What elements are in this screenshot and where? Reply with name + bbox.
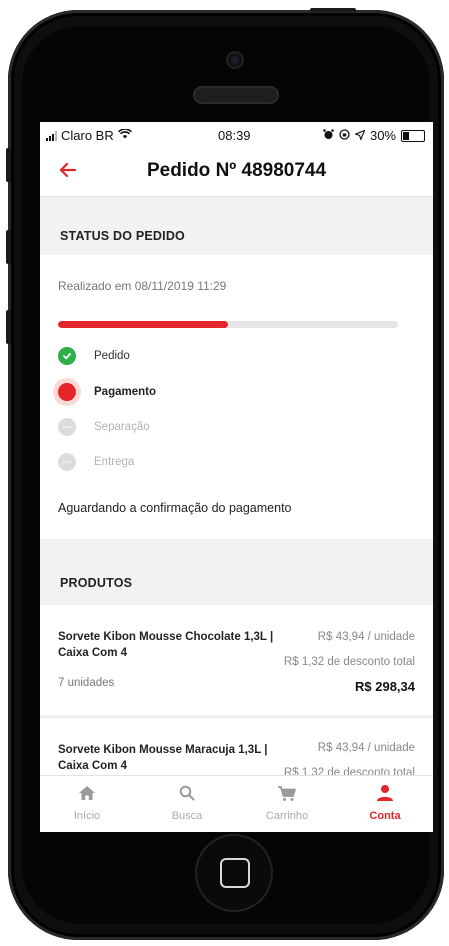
status-section-title: STATUS DO PEDIDO bbox=[60, 229, 185, 243]
location-icon bbox=[353, 128, 366, 143]
product-discount: R$ 1,32 de desconto total bbox=[283, 656, 415, 668]
ios-status-bar: Claro BR 08:39 30% bbox=[40, 122, 433, 148]
product-quantity: 7 unidades bbox=[58, 677, 115, 689]
tab-carrinho[interactable]: Carrinho bbox=[252, 782, 322, 822]
bottom-tab-bar: Início Busca Carrinho Conta bbox=[40, 775, 433, 832]
status-message: Aguardando a confirmação do pagamento bbox=[58, 501, 292, 515]
tab-conta[interactable]: Conta bbox=[350, 782, 420, 822]
products-section-title: PRODUTOS bbox=[60, 576, 133, 590]
order-status-card: Realizado em 08/11/2019 11:29 Pedido Pag… bbox=[40, 255, 433, 539]
search-icon bbox=[152, 782, 222, 804]
page-title: Pedido Nº 48980744 bbox=[146, 160, 327, 181]
status-step-label: Pedido bbox=[94, 350, 130, 362]
tab-busca[interactable]: Busca bbox=[152, 782, 222, 822]
cart-icon bbox=[252, 782, 322, 804]
status-step-label: Separação bbox=[94, 421, 150, 433]
volume-up-button bbox=[6, 230, 11, 264]
current-step-icon bbox=[58, 383, 76, 401]
order-progress-bar bbox=[58, 321, 398, 328]
earpiece-speaker bbox=[193, 86, 279, 104]
signal-strength-icon bbox=[46, 130, 57, 141]
power-button bbox=[310, 8, 356, 12]
wifi-icon bbox=[117, 128, 132, 142]
pending-dots-icon bbox=[58, 418, 76, 436]
product-total: R$ 298,34 bbox=[355, 679, 415, 694]
status-step-separacao: Separação bbox=[58, 418, 150, 436]
page-header: Pedido Nº 48980744 bbox=[40, 148, 433, 197]
status-step-pagamento: Pagamento bbox=[58, 383, 156, 401]
status-step-pedido: Pedido bbox=[58, 347, 130, 365]
product-unit-price: R$ 43,94 / unidade bbox=[317, 631, 415, 643]
tab-label: Início bbox=[73, 810, 101, 822]
product-item[interactable]: Sorvete Kibon Mousse Chocolate 1,3L | Ca… bbox=[40, 605, 433, 715]
tab-inicio[interactable]: Início bbox=[52, 782, 122, 822]
order-date: Realizado em 08/11/2019 11:29 bbox=[58, 279, 227, 293]
home-button-square-icon bbox=[220, 858, 250, 888]
tab-label: Conta bbox=[369, 810, 401, 822]
status-step-entrega: Entrega bbox=[58, 453, 134, 471]
tab-label: Busca bbox=[171, 810, 203, 822]
app-screen: Claro BR 08:39 30% Pedido Nº 48980744 ST… bbox=[40, 122, 433, 832]
check-icon bbox=[58, 347, 76, 365]
products-section-header: PRODUTOS bbox=[40, 540, 433, 604]
volume-down-button bbox=[6, 310, 11, 344]
alarm-icon bbox=[323, 128, 334, 143]
status-step-label: Pagamento bbox=[94, 386, 156, 398]
battery-percent: 30% bbox=[369, 128, 396, 143]
product-name: Sorvete Kibon Mousse Chocolate 1,3L | Ca… bbox=[58, 631, 274, 659]
battery-icon bbox=[401, 129, 425, 142]
home-icon bbox=[52, 782, 122, 804]
mute-switch bbox=[6, 148, 11, 182]
tab-label: Carrinho bbox=[265, 810, 309, 822]
rotation-lock-icon bbox=[339, 128, 350, 143]
pending-dots-icon bbox=[58, 453, 76, 471]
product-name: Sorvete Kibon Mousse Maracuja 1,3L | Cai… bbox=[58, 744, 268, 772]
status-section-header: STATUS DO PEDIDO bbox=[40, 197, 433, 255]
status-step-label: Entrega bbox=[94, 456, 135, 468]
order-progress-fill bbox=[58, 321, 228, 328]
front-camera bbox=[228, 53, 242, 67]
carrier-name: Claro BR bbox=[61, 128, 114, 143]
clock: 08:39 bbox=[218, 128, 251, 143]
home-button[interactable] bbox=[197, 836, 271, 910]
product-unit-price: R$ 43,94 / unidade bbox=[317, 742, 415, 754]
user-icon bbox=[350, 782, 420, 804]
